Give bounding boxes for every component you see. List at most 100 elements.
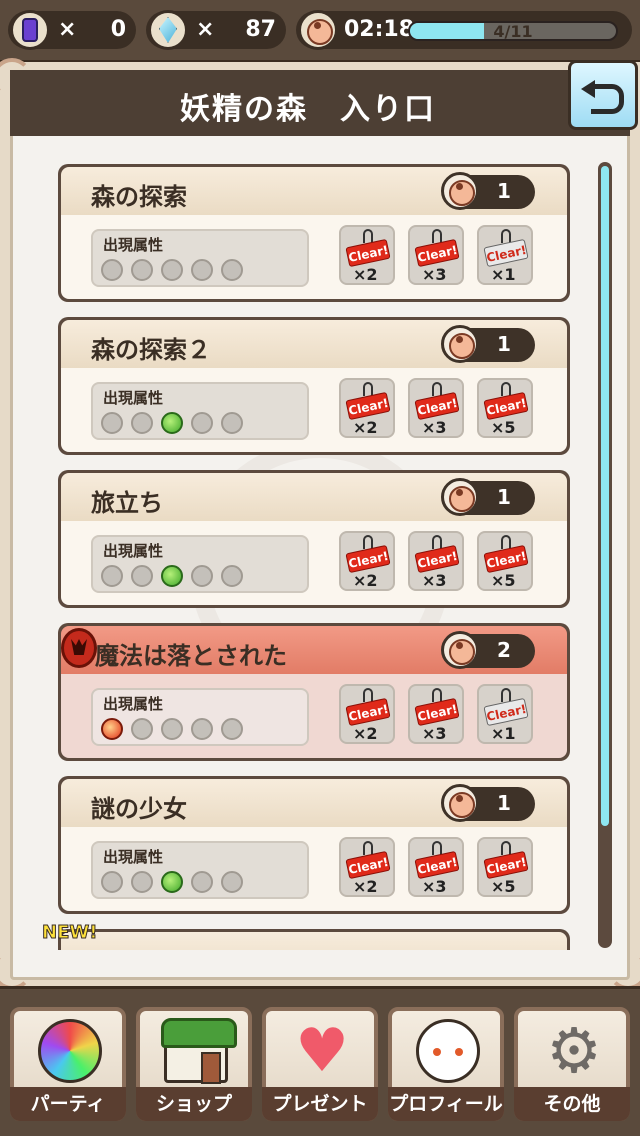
attribute-label: 出現属性: [103, 389, 164, 407]
mission-badges: Clear! ×2 Clear! ×3 Clear! ×5: [339, 378, 533, 438]
crystal-counter: × 87: [146, 10, 286, 50]
attribute-box: 出現属性: [91, 841, 309, 899]
attribute-label: 出現属性: [103, 542, 164, 560]
mission-badge: Clear! ×2: [339, 837, 395, 897]
nav-shop-button[interactable]: ショップ: [136, 1007, 252, 1121]
stamina-cost-value: 1: [497, 485, 511, 509]
mission-badges: Clear! ×2 Clear! ×3 Clear! ×1: [339, 684, 533, 744]
quest-card[interactable]: [58, 929, 570, 950]
page-header: 妖精の森 入り口: [10, 70, 630, 136]
status-bar: × 0 × 87 02:18 4/11: [0, 0, 640, 62]
stamina-cost-value: 1: [497, 332, 511, 356]
clear-tag: Clear!: [483, 391, 529, 421]
quest-card-inner: 森の探索 1 出現属性 Clear! ×2 Clear! ×3 Clear! ×1: [61, 167, 567, 299]
nav-present-button[interactable]: ♥ プレゼント: [262, 1007, 378, 1121]
back-button[interactable]: [568, 60, 638, 130]
wind-attribute-icon: [161, 412, 183, 434]
quest-card[interactable]: 森の探索 1 出現属性 Clear! ×2 Clear! ×3 Clear! ×1: [58, 164, 570, 302]
nav-party-button[interactable]: パーティ: [10, 1007, 126, 1121]
profile-character-icon: [416, 1019, 480, 1083]
clear-tag: Clear!: [345, 544, 391, 574]
quest-card[interactable]: 謎の少女 1 出現属性 Clear! ×2 Clear! ×3 Clear! ×5: [58, 776, 570, 914]
badge-multiplier: ×2: [353, 265, 378, 284]
quest-card[interactable]: 旅立ち 1 出現属性 Clear! ×2 Clear! ×3 Clear! ×5: [58, 470, 570, 608]
empty-attribute-icon: [191, 565, 213, 587]
arm-icon-shape: [447, 637, 475, 665]
shop-house-icon: [161, 1018, 237, 1084]
clear-tag: Clear!: [483, 544, 529, 574]
quest-card[interactable]: 森の探索２ 1 出現属性 Clear! ×2 Clear! ×3 Clear! ×5: [58, 317, 570, 455]
clear-tag: Clear!: [483, 850, 529, 880]
mission-badges: Clear! ×2 Clear! ×3 Clear! ×1: [339, 225, 533, 285]
quest-card-inner: 森の探索２ 1 出現属性 Clear! ×2 Clear! ×3 Clear! ×5: [61, 320, 567, 452]
empty-attribute-icon: [191, 871, 213, 893]
attribute-dots: [101, 565, 243, 587]
arm-icon-shape: [447, 790, 475, 818]
arm-icon-shape: [447, 484, 475, 512]
empty-attribute-icon: [101, 565, 123, 587]
mission-badge: Clear! ×3: [408, 531, 464, 591]
nav-party-label: パーティ: [10, 1087, 126, 1121]
quest-body: 出現属性 Clear! ×2 Clear! ×3 Clear! ×1: [61, 215, 567, 299]
empty-attribute-icon: [221, 871, 243, 893]
quest-header: 森の探索 1: [61, 167, 567, 215]
times-symbol: ×: [196, 17, 215, 42]
badge-multiplier: ×5: [491, 418, 516, 437]
empty-attribute-icon: [161, 718, 183, 740]
mission-badge: Clear! ×2: [339, 684, 395, 744]
stamina-cost-value: 1: [497, 179, 511, 203]
empty-attribute-icon: [131, 871, 153, 893]
quest-name: 謎の少女: [91, 795, 187, 823]
quest-header: 森の探索２ 1: [61, 320, 567, 368]
clear-tag: Clear!: [345, 850, 391, 880]
quest-name: 旅立ち: [91, 489, 163, 517]
badge-multiplier: ×3: [422, 877, 447, 896]
quest-name: 森の探索: [91, 183, 187, 211]
mission-badge: Clear! ×2: [339, 225, 395, 285]
mission-badge: Clear! ×5: [477, 531, 533, 591]
quest-card-inner: 魔法は落とされた 2 出現属性 Clear! ×2 Clear! ×3 Clear! ×1: [61, 626, 567, 758]
badge-multiplier: ×2: [353, 724, 378, 743]
stamina-cost-value: 1: [497, 791, 511, 815]
party-emblem-icon: [38, 1019, 102, 1083]
badge-multiplier: ×1: [491, 724, 516, 743]
attribute-box: 出現属性: [91, 535, 309, 593]
wind-attribute-icon: [161, 871, 183, 893]
quest-body: 出現属性 Clear! ×2 Clear! ×3 Clear! ×5: [61, 368, 567, 452]
stamina-cost: 1: [441, 478, 535, 516]
scrollbar[interactable]: [598, 162, 612, 948]
attribute-box: 出現属性: [91, 688, 309, 746]
quest-card[interactable]: 魔法は落とされた 2 出現属性 Clear! ×2 Clear! ×3 Clear! ×1: [58, 623, 570, 761]
stamina-value: 4/11: [493, 22, 533, 41]
badge-multiplier: ×2: [353, 877, 378, 896]
mission-badge: Clear! ×1: [477, 684, 533, 744]
attribute-dots: [101, 259, 243, 281]
stamina-arm-icon: [441, 784, 479, 822]
scrollbar-thumb[interactable]: [601, 166, 609, 826]
attribute-dots: [101, 871, 243, 893]
badge-multiplier: ×5: [491, 571, 516, 590]
quest-header: [61, 932, 567, 950]
nav-present-label: プレゼント: [262, 1087, 378, 1121]
stamina-meter: 02:18 4/11: [296, 10, 632, 50]
mission-badge: Clear! ×3: [408, 225, 464, 285]
nav-profile-button[interactable]: プロフィール: [388, 1007, 504, 1121]
card-icon: [10, 10, 50, 50]
attribute-label: 出現属性: [103, 236, 164, 254]
clear-tag: Clear!: [414, 238, 460, 268]
mission-badge: Clear! ×5: [477, 837, 533, 897]
nav-other-button[interactable]: ⚙ その他: [514, 1007, 630, 1121]
bottom-nav: パーティ ショップ ♥ プレゼント プロフィール ⚙ その他: [0, 986, 640, 1136]
quest-card-inner: [61, 932, 567, 950]
attribute-dots: [101, 412, 243, 434]
quest-header: 謎の少女 1: [61, 779, 567, 827]
clear-tag: Clear!: [414, 544, 460, 574]
quest-list[interactable]: 森の探索 1 出現属性 Clear! ×2 Clear! ×3 Clear! ×1 森の探索２ 1 出…: [58, 160, 570, 950]
empty-attribute-icon: [131, 259, 153, 281]
wind-attribute-icon: [161, 565, 183, 587]
mission-badges: Clear! ×2 Clear! ×3 Clear! ×5: [339, 531, 533, 591]
attribute-box: 出現属性: [91, 382, 309, 440]
empty-attribute-icon: [221, 412, 243, 434]
mission-badge: Clear! ×2: [339, 531, 395, 591]
fire-attribute-icon: [101, 718, 123, 740]
